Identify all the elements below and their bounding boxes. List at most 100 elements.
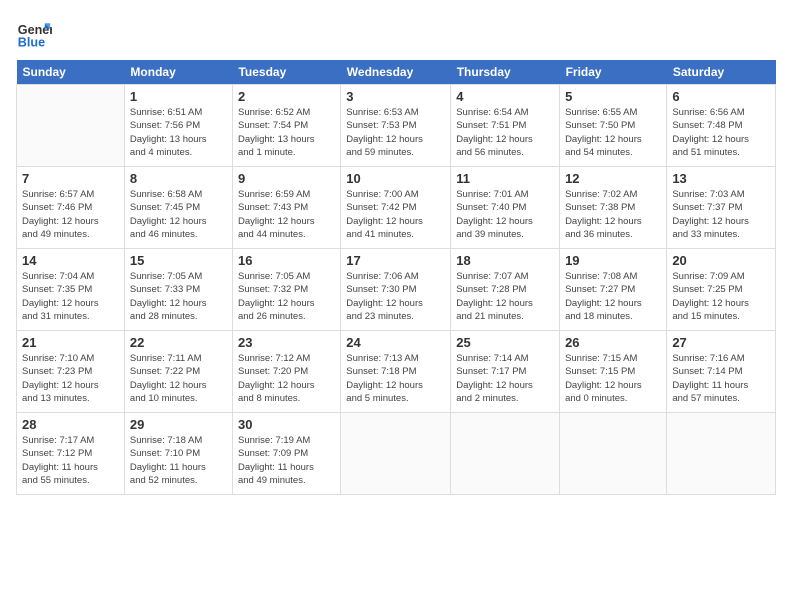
day-number: 19 [565,253,661,268]
day-number: 8 [130,171,227,186]
day-number: 9 [238,171,335,186]
calendar-cell: 11 Sunrise: 7:01 AM Sunset: 7:40 PM Dayli… [451,167,560,249]
day-info: Sunrise: 6:56 AM Sunset: 7:48 PM Dayligh… [672,106,770,159]
day-info: Sunrise: 6:53 AM Sunset: 7:53 PM Dayligh… [346,106,445,159]
calendar-cell [17,85,125,167]
day-number: 30 [238,417,335,432]
day-number: 11 [456,171,554,186]
calendar-cell: 28 Sunrise: 7:17 AM Sunset: 7:12 PM Dayli… [17,413,125,495]
svg-text:Blue: Blue [18,36,45,50]
col-header-wednesday: Wednesday [341,60,451,85]
day-number: 24 [346,335,445,350]
week-row-1: 1 Sunrise: 6:51 AM Sunset: 7:56 PM Daylig… [17,85,776,167]
day-number: 20 [672,253,770,268]
calendar-cell: 5 Sunrise: 6:55 AM Sunset: 7:50 PM Daylig… [560,85,667,167]
day-info: Sunrise: 7:07 AM Sunset: 7:28 PM Dayligh… [456,270,554,323]
calendar-cell: 14 Sunrise: 7:04 AM Sunset: 7:35 PM Dayli… [17,249,125,331]
week-row-5: 28 Sunrise: 7:17 AM Sunset: 7:12 PM Dayli… [17,413,776,495]
day-info: Sunrise: 7:00 AM Sunset: 7:42 PM Dayligh… [346,188,445,241]
calendar-cell: 2Sunrise: 6:52 AM Sunset: 7:54 PM Daylig… [232,85,340,167]
logo-icon: General Blue [16,16,52,52]
calendar-cell: 16 Sunrise: 7:05 AM Sunset: 7:32 PM Dayli… [232,249,340,331]
day-info: Sunrise: 7:05 AM Sunset: 7:32 PM Dayligh… [238,270,335,323]
calendar-cell: 3 Sunrise: 6:53 AM Sunset: 7:53 PM Daylig… [341,85,451,167]
calendar-cell [341,413,451,495]
day-number: 3 [346,89,445,104]
day-info: Sunrise: 7:14 AM Sunset: 7:17 PM Dayligh… [456,352,554,405]
calendar-cell: 29 Sunrise: 7:18 AM Sunset: 7:10 PM Dayli… [124,413,232,495]
day-number: 16 [238,253,335,268]
day-info: Sunrise: 7:16 AM Sunset: 7:14 PM Dayligh… [672,352,770,405]
day-number: 14 [22,253,119,268]
logo: General Blue [16,16,58,52]
day-info: Sunrise: 7:18 AM Sunset: 7:10 PM Dayligh… [130,434,227,487]
day-info: Sunrise: 6:59 AM Sunset: 7:43 PM Dayligh… [238,188,335,241]
calendar-cell [667,413,776,495]
col-header-sunday: Sunday [17,60,125,85]
day-number: 22 [130,335,227,350]
calendar-cell: 10Sunrise: 7:00 AM Sunset: 7:42 PM Dayli… [341,167,451,249]
day-number: 15 [130,253,227,268]
calendar-cell: 21 Sunrise: 7:10 AM Sunset: 7:23 PM Dayli… [17,331,125,413]
week-row-3: 14 Sunrise: 7:04 AM Sunset: 7:35 PM Dayli… [17,249,776,331]
day-info: Sunrise: 6:55 AM Sunset: 7:50 PM Dayligh… [565,106,661,159]
day-number: 12 [565,171,661,186]
calendar-cell: 7 Sunrise: 6:57 AM Sunset: 7:46 PM Daylig… [17,167,125,249]
day-info: Sunrise: 7:02 AM Sunset: 7:38 PM Dayligh… [565,188,661,241]
day-number: 4 [456,89,554,104]
day-info: Sunrise: 7:19 AM Sunset: 7:09 PM Dayligh… [238,434,335,487]
week-row-2: 7 Sunrise: 6:57 AM Sunset: 7:46 PM Daylig… [17,167,776,249]
calendar-cell: 19 Sunrise: 7:08 AM Sunset: 7:27 PM Dayli… [560,249,667,331]
calendar-cell: 4 Sunrise: 6:54 AM Sunset: 7:51 PM Daylig… [451,85,560,167]
calendar-cell [560,413,667,495]
calendar-cell: 22 Sunrise: 7:11 AM Sunset: 7:22 PM Dayli… [124,331,232,413]
calendar-cell: 30 Sunrise: 7:19 AM Sunset: 7:09 PM Dayli… [232,413,340,495]
calendar-table: SundayMondayTuesdayWednesdayThursdayFrid… [16,60,776,495]
day-info: Sunrise: 7:12 AM Sunset: 7:20 PM Dayligh… [238,352,335,405]
day-info: Sunrise: 6:54 AM Sunset: 7:51 PM Dayligh… [456,106,554,159]
week-row-4: 21 Sunrise: 7:10 AM Sunset: 7:23 PM Dayli… [17,331,776,413]
day-number: 7 [22,171,119,186]
day-info: Sunrise: 7:01 AM Sunset: 7:40 PM Dayligh… [456,188,554,241]
day-info: Sunrise: 7:17 AM Sunset: 7:12 PM Dayligh… [22,434,119,487]
day-number: 6 [672,89,770,104]
day-info: Sunrise: 7:15 AM Sunset: 7:15 PM Dayligh… [565,352,661,405]
day-info: Sunrise: 7:04 AM Sunset: 7:35 PM Dayligh… [22,270,119,323]
calendar-cell: 13Sunrise: 7:03 AM Sunset: 7:37 PM Dayli… [667,167,776,249]
day-info: Sunrise: 7:05 AM Sunset: 7:33 PM Dayligh… [130,270,227,323]
calendar-cell: 17Sunrise: 7:06 AM Sunset: 7:30 PM Dayli… [341,249,451,331]
day-info: Sunrise: 6:58 AM Sunset: 7:45 PM Dayligh… [130,188,227,241]
day-info: Sunrise: 7:08 AM Sunset: 7:27 PM Dayligh… [565,270,661,323]
calendar-cell: 6 Sunrise: 6:56 AM Sunset: 7:48 PM Daylig… [667,85,776,167]
day-number: 25 [456,335,554,350]
day-number: 23 [238,335,335,350]
day-info: Sunrise: 6:51 AM Sunset: 7:56 PM Dayligh… [130,106,227,159]
calendar-cell [451,413,560,495]
calendar-cell: 27 Sunrise: 7:16 AM Sunset: 7:14 PM Dayli… [667,331,776,413]
page-header: General Blue [16,16,776,52]
day-info: Sunrise: 7:09 AM Sunset: 7:25 PM Dayligh… [672,270,770,323]
day-info: Sunrise: 7:11 AM Sunset: 7:22 PM Dayligh… [130,352,227,405]
col-header-monday: Monday [124,60,232,85]
calendar-cell: 8 Sunrise: 6:58 AM Sunset: 7:45 PM Daylig… [124,167,232,249]
calendar-cell: 9 Sunrise: 6:59 AM Sunset: 7:43 PM Daylig… [232,167,340,249]
calendar-cell: 24Sunrise: 7:13 AM Sunset: 7:18 PM Dayli… [341,331,451,413]
day-number: 29 [130,417,227,432]
day-number: 26 [565,335,661,350]
day-number: 28 [22,417,119,432]
calendar-header-row: SundayMondayTuesdayWednesdayThursdayFrid… [17,60,776,85]
calendar-cell: 26 Sunrise: 7:15 AM Sunset: 7:15 PM Dayli… [560,331,667,413]
day-info: Sunrise: 7:10 AM Sunset: 7:23 PM Dayligh… [22,352,119,405]
day-info: Sunrise: 6:57 AM Sunset: 7:46 PM Dayligh… [22,188,119,241]
calendar-cell: 23 Sunrise: 7:12 AM Sunset: 7:20 PM Dayli… [232,331,340,413]
day-number: 5 [565,89,661,104]
day-number: 21 [22,335,119,350]
calendar-cell: 25 Sunrise: 7:14 AM Sunset: 7:17 PM Dayli… [451,331,560,413]
day-number: 1 [130,89,227,104]
day-info: Sunrise: 6:52 AM Sunset: 7:54 PM Dayligh… [238,106,335,159]
day-number: 13 [672,171,770,186]
col-header-tuesday: Tuesday [232,60,340,85]
day-number: 27 [672,335,770,350]
calendar-cell: 12 Sunrise: 7:02 AM Sunset: 7:38 PM Dayli… [560,167,667,249]
col-header-saturday: Saturday [667,60,776,85]
